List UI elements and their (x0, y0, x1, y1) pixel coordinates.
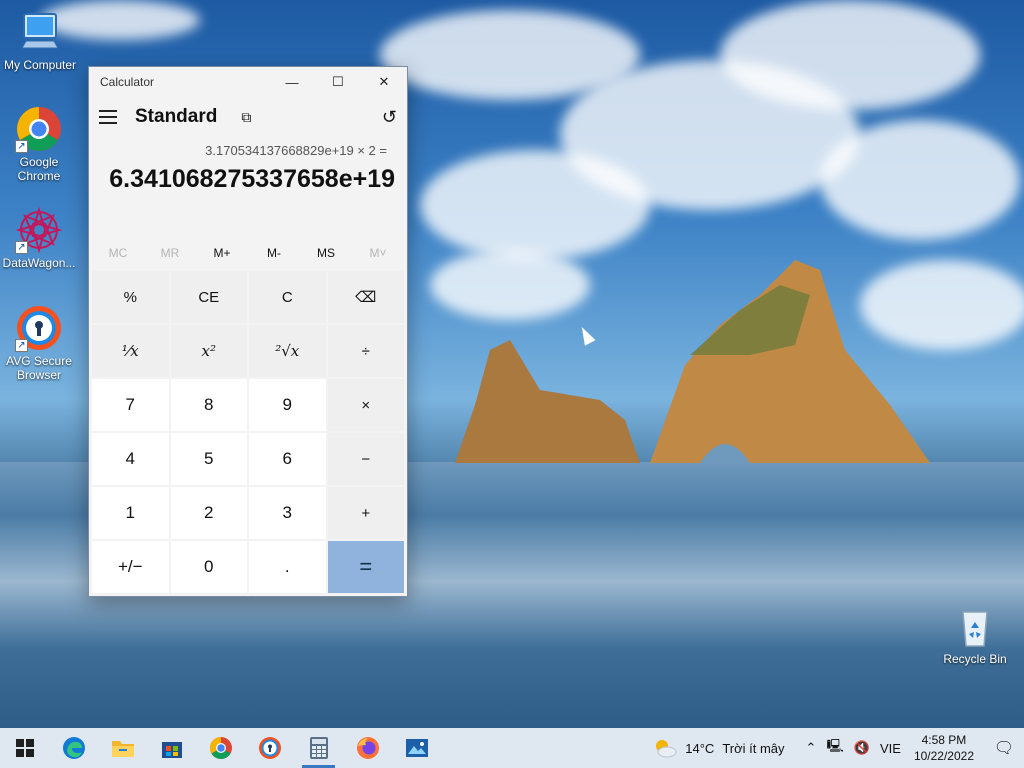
language-indicator[interactable]: VIE (880, 741, 901, 756)
shortcut-arrow-icon: ↗ (15, 339, 28, 352)
taskbar-edge[interactable] (49, 728, 98, 768)
weather-temperature: 14°C (685, 740, 715, 756)
divide-key[interactable]: ÷ (327, 325, 404, 377)
history-icon[interactable]: ↺ (382, 107, 397, 128)
weather-widget[interactable]: 14°C Trời ít mây (653, 737, 785, 759)
notifications-button[interactable]: 🗨 (984, 738, 1024, 758)
taskbar-file-explorer[interactable] (98, 728, 147, 768)
photos-icon (405, 739, 428, 757)
percent-key[interactable]: % (92, 271, 169, 323)
windows-logo-icon (15, 739, 34, 757)
taskbar: 14°C Trời ít mây ⌃ 🖳 🔇 VIE 4:58 PM 10/22… (0, 728, 1024, 768)
datawagon-icon: ↗ (15, 206, 63, 254)
show-hidden-icons-chevron-icon[interactable]: ⌃ (806, 740, 817, 756)
recycle-bin-icon (951, 602, 999, 650)
memory-recall-button[interactable]: MR (144, 241, 196, 265)
clear-key[interactable]: C (249, 271, 326, 323)
chrome-icon (209, 737, 232, 759)
chrome-icon: ↗ (15, 105, 63, 153)
desktop-icon-my-computer[interactable]: My Computer (1, 8, 79, 72)
square-root-key[interactable]: ²√x (249, 325, 326, 377)
firefox-icon (356, 737, 379, 759)
keep-on-top-icon[interactable]: ⧉ (241, 109, 251, 126)
volume-muted-icon[interactable]: 🔇 (854, 740, 870, 756)
avg-browser-icon (258, 737, 281, 759)
result-display: 6.341068275337658e+19 (109, 165, 395, 193)
taskbar-chrome[interactable] (196, 728, 245, 768)
minimize-icon: — (285, 74, 299, 90)
subtract-key[interactable]: − (327, 433, 404, 485)
taskbar-calculator[interactable] (294, 728, 343, 768)
memory-row: MC MR M+ M- MS M˅ (92, 241, 404, 265)
start-button[interactable] (0, 728, 49, 768)
digit-0-key[interactable]: 0 (170, 541, 247, 593)
digit-7-key[interactable]: 7 (92, 379, 169, 431)
equals-key[interactable]: = (327, 541, 404, 593)
calculator-header: Standard ⧉ ↺ (89, 97, 407, 137)
memory-list-button[interactable]: M˅ (352, 241, 404, 265)
mode-title: Standard (135, 106, 218, 127)
computer-icon (16, 8, 64, 56)
clock[interactable]: 4:58 PM 10/22/2022 (914, 732, 974, 764)
expression-display: 3.170534137668829e+19 × 2 = (205, 143, 387, 158)
folder-icon (111, 741, 134, 757)
digit-4-key[interactable]: 4 (92, 433, 169, 485)
weather-description: Trời ít mây (722, 740, 785, 756)
memory-subtract-button[interactable]: M- (248, 241, 300, 265)
digit-6-key[interactable]: 6 (249, 433, 326, 485)
decimal-key[interactable]: . (249, 541, 326, 593)
desktop-icon-google-chrome[interactable]: ↗ Google Chrome (0, 105, 78, 183)
store-icon (161, 742, 182, 758)
desktop-icon-avg-secure-browser[interactable]: ↗ AVG Secure Browser (0, 304, 78, 382)
multiply-key[interactable]: × (327, 379, 404, 431)
shortcut-arrow-icon: ↗ (15, 241, 28, 254)
taskbar-store[interactable] (147, 728, 196, 768)
square-key[interactable]: x² (170, 325, 247, 377)
close-icon: ✕ (378, 74, 390, 89)
maximize-button[interactable]: ☐ (315, 67, 361, 97)
network-icon[interactable]: 🖳 (826, 737, 843, 759)
notification-icon: 🗨 (993, 740, 1015, 757)
digit-9-key[interactable]: 9 (249, 379, 326, 431)
window-title: Calculator (100, 75, 155, 89)
edge-icon (62, 737, 85, 759)
taskbar-avg-browser[interactable] (245, 728, 294, 768)
digit-3-key[interactable]: 3 (249, 487, 326, 539)
taskbar-photos[interactable] (392, 728, 441, 768)
digit-2-key[interactable]: 2 (170, 487, 247, 539)
taskbar-firefox[interactable] (343, 728, 392, 768)
memory-add-button[interactable]: M+ (196, 241, 248, 265)
title-bar[interactable]: Calculator — ☐ ✕ (89, 67, 407, 97)
backspace-key[interactable]: ⌫ (327, 271, 404, 323)
weather-partly-cloudy-icon (656, 740, 677, 758)
calculator-window[interactable]: Calculator — ☐ ✕ Standard ⧉ ↺ 3.17053413… (88, 66, 408, 597)
minimize-button[interactable]: — (269, 67, 315, 97)
desktop-icon-recycle-bin[interactable]: Recycle Bin (936, 602, 1014, 666)
desktop-icon-datawagon[interactable]: ↗ DataWagon... (0, 206, 78, 270)
reciprocal-key[interactable]: ¹⁄x (92, 325, 169, 377)
hamburger-menu-icon[interactable] (99, 110, 117, 124)
memory-clear-button[interactable]: MC (92, 241, 144, 265)
calculator-icon (309, 737, 328, 759)
maximize-icon: ☐ (332, 74, 344, 89)
clock-time: 4:58 PM (921, 733, 967, 747)
avg-browser-icon: ↗ (15, 304, 63, 352)
digit-1-key[interactable]: 1 (92, 487, 169, 539)
system-tray: 14°C Trời ít mây ⌃ 🖳 🔇 VIE 4:58 PM 10/22… (653, 728, 1024, 768)
negate-key[interactable]: +/− (92, 541, 169, 593)
add-key[interactable]: + (327, 487, 404, 539)
shortcut-arrow-icon: ↗ (15, 140, 28, 153)
clear-entry-key[interactable]: CE (170, 271, 247, 323)
digit-8-key[interactable]: 8 (170, 379, 247, 431)
keypad: % CE C ⌫ ¹⁄x x² ²√x ÷ 7 8 9 × 4 5 6 − 1 … (92, 271, 406, 593)
close-button[interactable]: ✕ (361, 67, 407, 97)
clock-date: 10/22/2022 (913, 749, 974, 763)
digit-5-key[interactable]: 5 (170, 433, 247, 485)
memory-store-button[interactable]: MS (300, 241, 352, 265)
